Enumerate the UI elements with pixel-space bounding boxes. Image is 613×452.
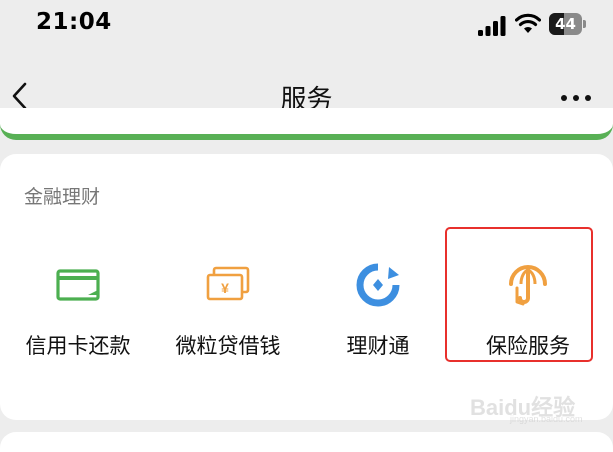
service-item-label: 理财通 <box>346 334 410 358</box>
previous-card-edge <box>0 108 613 142</box>
service-item-label: 微粒贷借钱 <box>175 334 281 358</box>
service-item-label: 信用卡还款 <box>25 334 131 358</box>
money-bill-icon: ¥ <box>206 266 250 301</box>
status-bar: 21:04 44 <box>0 0 613 50</box>
credit-card-icon <box>56 269 100 301</box>
wealth-icon <box>356 263 400 307</box>
section-title: 金融理财 <box>24 186 101 208</box>
service-item-licaitong[interactable]: 理财通 <box>305 252 451 372</box>
wifi-icon <box>515 13 541 33</box>
svg-text:¥: ¥ <box>221 280 229 296</box>
more-dots-icon[interactable] <box>556 86 596 110</box>
battery-icon: 44 <box>549 13 587 35</box>
battery-level-text: 44 <box>555 15 576 33</box>
service-item-weilidai[interactable]: ¥ 微粒贷借钱 <box>155 252 301 372</box>
status-time: 21:04 <box>36 9 112 35</box>
signal-icon <box>478 16 506 36</box>
highlight-annotation-box <box>445 227 593 362</box>
service-item-credit-card-repay[interactable]: 信用卡还款 <box>5 252 151 372</box>
next-card-edge <box>0 432 613 452</box>
